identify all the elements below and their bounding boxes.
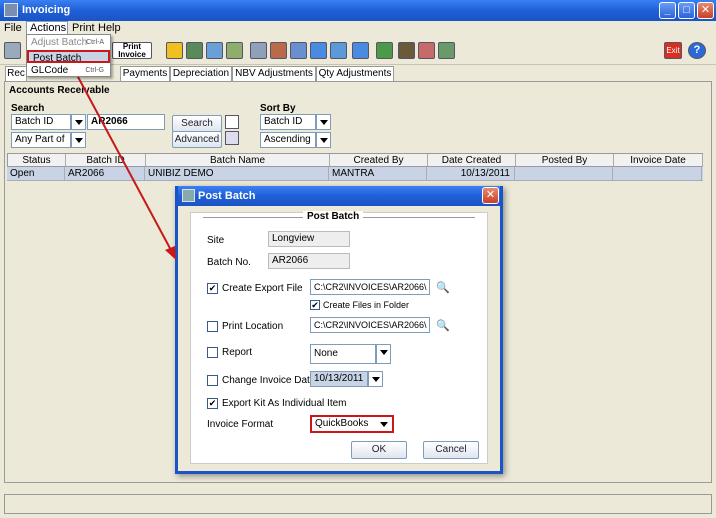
dropdown-item-glcode[interactable]: GLCode Ctrl-G xyxy=(27,64,110,77)
arrow-head xyxy=(165,246,176,260)
dropdown-item-adjust-batch[interactable]: Adjust Batch Ctrl-A xyxy=(27,36,110,49)
annotation-arrow xyxy=(69,61,176,260)
dropdown-item-post-batch[interactable]: Post Batch xyxy=(27,50,110,64)
arrow-line xyxy=(69,61,173,253)
actions-dropdown: Adjust Batch Ctrl-A Post Batch GLCode Ct… xyxy=(26,34,111,77)
menu-actions[interactable]: Actions xyxy=(30,22,66,34)
